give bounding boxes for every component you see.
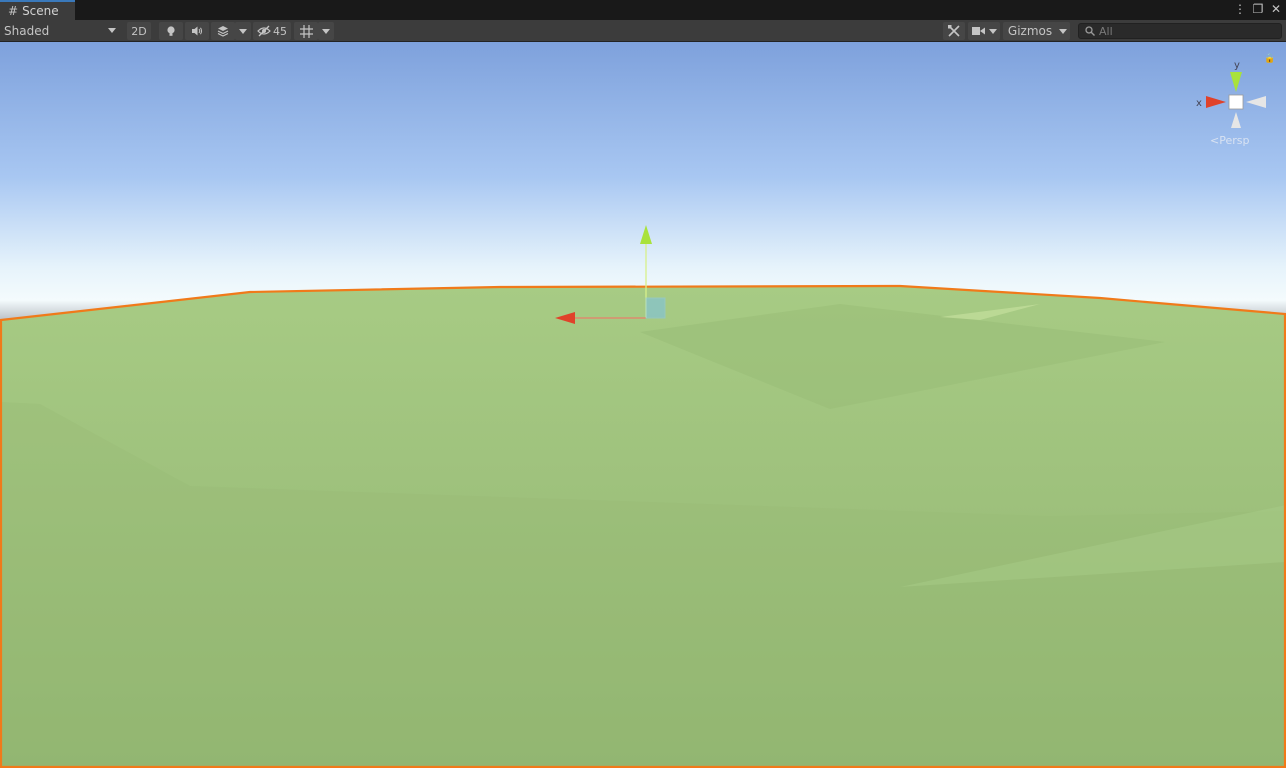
grid-toggle-button[interactable] xyxy=(294,22,318,40)
lock-icon[interactable]: 🔒 xyxy=(1264,54,1275,64)
lighting-toggle-button[interactable] xyxy=(159,22,183,40)
xy-plane-handle[interactable] xyxy=(645,297,666,319)
tab-bar: # Scene ⋮ ❐ ✕ xyxy=(0,0,1286,20)
grid-icon xyxy=(299,24,313,38)
gizmo-x-cone-icon[interactable] xyxy=(1206,96,1226,108)
camera-settings-button[interactable] xyxy=(968,22,1000,40)
more-options-icon[interactable]: ⋮ xyxy=(1234,2,1246,16)
grid-dropdown-button[interactable] xyxy=(318,22,334,40)
window-controls: ⋮ ❐ ✕ xyxy=(1234,2,1282,16)
gizmo-neg-x-cone-icon[interactable] xyxy=(1246,96,1266,108)
toggle-2d-label: 2D xyxy=(131,24,147,38)
scene-search-input[interactable] xyxy=(1095,24,1269,38)
layers-icon xyxy=(217,26,229,37)
lightbulb-icon xyxy=(167,26,175,36)
shading-mode-dropdown[interactable]: Shaded xyxy=(0,22,120,40)
projection-toggle[interactable]: <Persp xyxy=(1210,134,1249,147)
tools-button[interactable] xyxy=(943,22,965,40)
tools-icon xyxy=(948,25,960,37)
scene-toolbar: Shaded 2D 45 Gizmos All xyxy=(0,20,1286,42)
projection-label: Persp xyxy=(1219,134,1250,147)
chevron-down-icon xyxy=(988,28,997,34)
chevron-down-icon xyxy=(322,28,330,34)
effects-toggle-button[interactable] xyxy=(211,22,235,40)
gizmos-label: Gizmos xyxy=(1007,24,1053,38)
speaker-icon xyxy=(192,26,203,36)
chevron-down-icon xyxy=(1058,28,1067,34)
audio-toggle-button[interactable] xyxy=(185,22,209,40)
tab-scene-label: Scene xyxy=(22,4,59,18)
gizmo-y-label: y xyxy=(1234,60,1240,71)
shading-mode-label: Shaded xyxy=(4,24,50,38)
hidden-eye-icon xyxy=(257,25,271,37)
effects-dropdown-button[interactable] xyxy=(235,22,251,40)
maximize-icon[interactable]: ❐ xyxy=(1252,2,1264,16)
scene-render[interactable] xyxy=(0,42,1286,768)
gizmos-dropdown-button[interactable] xyxy=(1055,22,1070,40)
gizmo-x-label: x xyxy=(1196,98,1202,109)
chevron-down-icon xyxy=(239,28,247,34)
scene-visibility-button[interactable]: 45 xyxy=(253,22,291,40)
tab-scene[interactable]: # Scene xyxy=(0,0,75,20)
scene-grid-icon: # xyxy=(8,4,19,18)
close-icon[interactable]: ✕ xyxy=(1270,2,1282,16)
chevron-down-icon xyxy=(108,28,116,33)
gizmo-center-cube[interactable] xyxy=(1228,94,1244,110)
gizmos-button[interactable]: Gizmos xyxy=(1003,22,1057,40)
camera-icon xyxy=(971,27,985,35)
scene-viewport[interactable]: y x 🔒 <Persp xyxy=(0,42,1286,768)
scene-search-field[interactable] xyxy=(1078,23,1282,39)
search-icon xyxy=(1085,26,1095,36)
gizmo-y-cone-icon[interactable] xyxy=(1230,72,1242,92)
gizmo-neg-y-cone-icon[interactable] xyxy=(1231,112,1241,128)
hidden-count: 45 xyxy=(273,24,287,38)
perspective-icon: < xyxy=(1210,134,1220,147)
toggle-2d-button[interactable]: 2D xyxy=(127,22,151,40)
